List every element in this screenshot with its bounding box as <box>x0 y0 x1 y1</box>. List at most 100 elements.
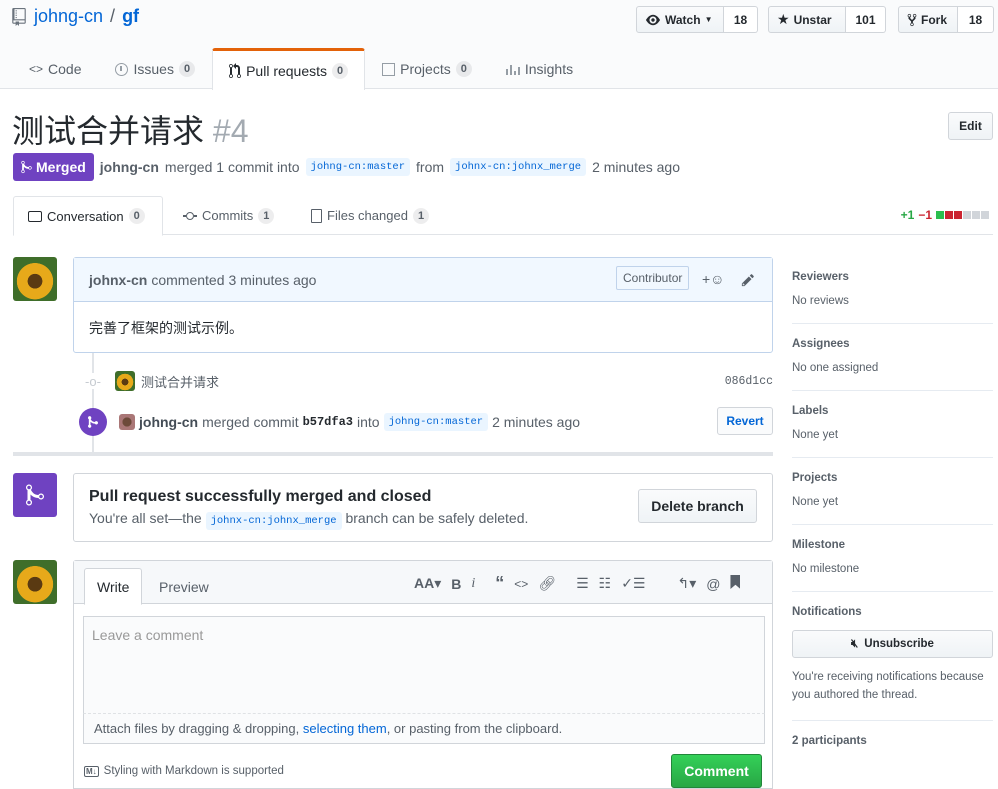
ordered-list-icon[interactable]: ☷ <box>599 575 612 592</box>
merged-status-icon <box>13 473 57 517</box>
preview-tab[interactable]: Preview <box>147 568 221 605</box>
reviewers-heading: Reviewers <box>792 271 849 283</box>
merger-link[interactable]: johng-cn <box>100 159 159 175</box>
tab-issues-label: Issues <box>133 61 174 77</box>
star-count[interactable]: 101 <box>846 6 886 33</box>
merge-event-text: merged commit <box>202 414 299 430</box>
tab-insights[interactable]: Insights <box>489 48 590 89</box>
unstar-button[interactable]: ★ Unstar <box>768 6 846 33</box>
merge-actor-link[interactable]: johng-cn <box>139 414 198 430</box>
reply-icon[interactable]: ↰▾ <box>677 575 696 592</box>
base-branch[interactable]: johng-cn:master <box>305 158 411 176</box>
discussion-sidebar: Reviewers No reviews Assignees No one as… <box>792 257 993 759</box>
markdown-toolbar: AA▾ B i “ <> 🔗︎ ☰ ☷ ✓☰ ↰▾ @ <box>414 573 748 594</box>
avatar[interactable] <box>13 257 57 301</box>
sidebar-milestone[interactable]: Milestone No milestone <box>792 525 993 592</box>
repo-name-link[interactable]: gf <box>122 6 139 27</box>
unstar-label: Unstar <box>793 12 832 27</box>
write-tab[interactable]: Write <box>84 568 143 605</box>
merge-into-text: into <box>357 414 380 430</box>
tab-code-label: Code <box>48 61 82 77</box>
sidebar-reviewers[interactable]: Reviewers No reviews <box>792 257 993 324</box>
sidebar-assignees[interactable]: Assignees No one assigned <box>792 324 993 391</box>
merge-commit-sha[interactable]: b57dfa3 <box>303 415 353 429</box>
add-reaction-icon[interactable]: +☺ <box>702 271 724 287</box>
task-list-icon[interactable]: ✓☰ <box>621 575 645 592</box>
unsubscribe-label: Unsubscribe <box>864 638 934 650</box>
pr-title-text: 测试合并请求 <box>12 113 205 149</box>
commit-sha-link[interactable]: 086d1cc <box>725 375 773 388</box>
select-files-link[interactable]: selecting them <box>303 721 387 736</box>
watch-label: Watch <box>665 12 701 27</box>
tab-conversation[interactable]: Conversation 0 <box>13 196 163 236</box>
notifications-heading: Notifications <box>792 606 862 618</box>
mention-icon[interactable]: @ <box>706 575 720 592</box>
comment-textarea[interactable]: Leave a comment <box>83 616 765 714</box>
pencil-icon[interactable] <box>741 273 755 287</box>
delete-branch-button[interactable]: Delete branch <box>638 489 757 523</box>
issues-counter: 0 <box>178 61 196 77</box>
comment-body: 完善了框架的测试示例。 <box>89 320 243 336</box>
merge-time: 2 minutes ago <box>592 159 681 175</box>
tab-files-changed[interactable]: Files changed 1 <box>297 196 443 235</box>
quote-icon[interactable]: “ <box>495 573 504 594</box>
commit-author-avatar[interactable] <box>115 371 135 391</box>
repo-nav: <> Code Issues 0 Pull requests 0 Project… <box>12 48 590 90</box>
tab-files-changed-label: Files changed <box>327 208 408 223</box>
markdown-note[interactable]: M↓ Styling with Markdown is supported <box>84 765 284 777</box>
projects-counter: 0 <box>455 61 472 77</box>
fork-button[interactable]: Fork <box>898 6 958 33</box>
bookmark-icon[interactable] <box>730 575 741 589</box>
attach-before-text: Attach files by dragging & dropping, <box>94 721 300 736</box>
current-user-avatar[interactable] <box>13 560 57 604</box>
fork-count[interactable]: 18 <box>958 6 994 33</box>
merge-actor-avatar[interactable] <box>119 414 135 430</box>
merge-event-icon <box>79 408 107 436</box>
text-size-icon[interactable]: AA▾ <box>414 575 441 592</box>
markdown-icon: M↓ <box>84 765 99 777</box>
comment-author-link[interactable]: johnx-cn <box>89 272 147 288</box>
unsubscribe-button[interactable]: 🔇︎ Unsubscribe <box>792 630 993 658</box>
new-comment-form: Write Preview AA▾ B i “ <> 🔗︎ ☰ ☷ ✓☰ ↰▾ … <box>73 560 773 789</box>
assignees-value: No one assigned <box>792 362 879 374</box>
merged-text-before: You're all set—the <box>89 510 202 526</box>
diffstat-deletions: −1 <box>918 208 932 222</box>
revert-button[interactable]: Revert <box>717 407 773 435</box>
contributor-badge: Contributor <box>616 266 690 290</box>
watch-button[interactable]: Watch ▼ <box>636 6 724 33</box>
sidebar-labels[interactable]: Labels None yet <box>792 391 993 458</box>
edit-button[interactable]: Edit <box>948 112 993 140</box>
assignees-heading: Assignees <box>792 338 850 350</box>
tab-projects[interactable]: Projects 0 <box>365 48 489 89</box>
tab-commits-label: Commits <box>202 208 254 223</box>
star-icon: ★ <box>777 11 790 27</box>
tab-pull-requests[interactable]: Pull requests 0 <box>212 48 366 90</box>
head-branch[interactable]: johnx-cn:johnx_merge <box>450 158 587 176</box>
comment-submit-button[interactable]: Comment <box>671 754 762 788</box>
commits-counter: 1 <box>258 207 275 224</box>
watch-count[interactable]: 18 <box>724 6 758 33</box>
merged-head-branch[interactable]: johnx-cn:johnx_merge <box>205 512 342 530</box>
timeline-divider <box>13 452 773 456</box>
participants-heading: 2 participants <box>792 735 867 747</box>
attach-files-area[interactable]: Attach files by dragging & dropping, sel… <box>83 714 765 744</box>
commit-message-link[interactable]: 测试合并请求 <box>141 372 219 391</box>
unordered-list-icon[interactable]: ☰ <box>576 575 589 592</box>
tab-conversation-label: Conversation <box>47 208 124 224</box>
star-group: ★ Unstar 101 <box>768 6 886 33</box>
caret-down-icon: ▼ <box>704 15 713 24</box>
link-icon[interactable]: 🔗︎ <box>538 573 556 594</box>
sidebar-projects[interactable]: Projects None yet <box>792 458 993 525</box>
italic-icon[interactable]: i <box>471 575 475 592</box>
tab-issues[interactable]: Issues 0 <box>98 48 212 89</box>
bold-icon[interactable]: B <box>451 575 461 592</box>
labels-heading: Labels <box>792 405 829 417</box>
tab-commits[interactable]: Commits 1 <box>169 196 288 235</box>
tab-code[interactable]: <> Code <box>12 48 98 89</box>
commit-icon <box>183 211 197 220</box>
merge-target-branch[interactable]: johng-cn:master <box>383 413 489 431</box>
repo-owner-link[interactable]: johng-cn <box>34 6 103 27</box>
merge-event: johng-cn merged commit b57dfa3 into john… <box>79 405 773 439</box>
comment-time-link[interactable]: 3 minutes ago <box>229 272 317 288</box>
code-icon[interactable]: <> <box>514 573 528 594</box>
